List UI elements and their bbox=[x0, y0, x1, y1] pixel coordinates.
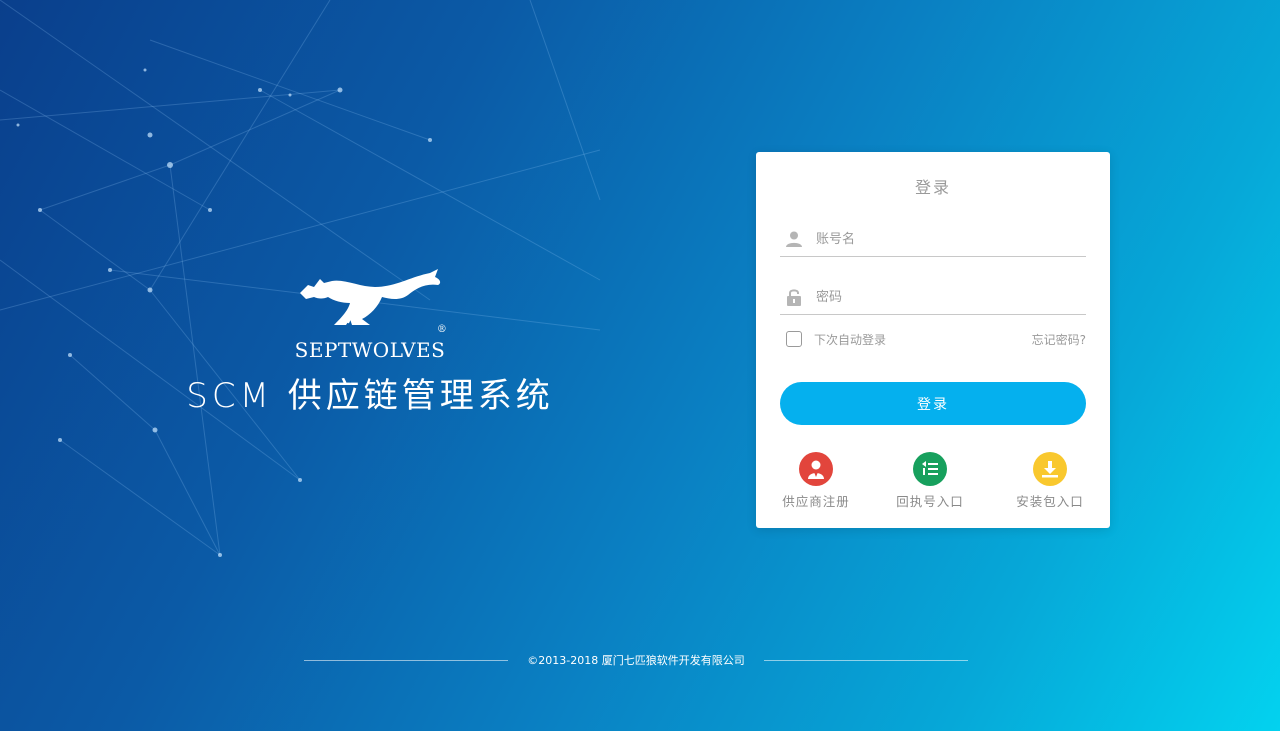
remember-me[interactable]: 下次自动登录 bbox=[786, 331, 886, 348]
receipt-entry[interactable]: 回执号入口 bbox=[880, 452, 980, 510]
footer: ©2013-2018 厦门七匹狼软件开发有限公司 bbox=[0, 650, 1280, 670]
registered-mark: ® bbox=[436, 324, 448, 335]
password-input[interactable] bbox=[814, 288, 1086, 306]
username-input[interactable] bbox=[814, 230, 1086, 248]
footer-divider-left bbox=[304, 660, 508, 661]
copyright-text: ©2013-2018 厦门七匹狼软件开发有限公司 bbox=[527, 654, 745, 667]
user-icon bbox=[784, 229, 804, 249]
remember-label: 下次自动登录 bbox=[814, 332, 887, 347]
installer-entry[interactable]: 安装包入口 bbox=[1000, 452, 1100, 510]
login-title: 登录 bbox=[914, 178, 951, 197]
entry-label: 安装包入口 bbox=[1016, 494, 1084, 509]
brand-block: SEPTWOLVES ® SCM 供应链管理系统 bbox=[150, 265, 590, 417]
system-title: SCM 供应链管理系统 bbox=[186, 376, 554, 416]
login-card: 登录 下次自动登录 忘记密码? 登录 bbox=[756, 152, 1110, 528]
remember-checkbox[interactable] bbox=[786, 331, 802, 347]
supplier-user-icon bbox=[799, 452, 833, 486]
download-icon bbox=[1033, 452, 1067, 486]
lock-icon bbox=[784, 287, 804, 307]
login-button[interactable]: 登录 bbox=[780, 382, 1086, 425]
quick-entries: 供应商注册 回执号入口 安装包入口 bbox=[756, 452, 1110, 512]
brand-name: SEPTWOLVES bbox=[294, 338, 446, 362]
remember-row: 下次自动登录 忘记密码? bbox=[786, 329, 1086, 349]
entry-label: 回执号入口 bbox=[896, 494, 964, 509]
receipt-list-icon bbox=[913, 452, 947, 486]
supplier-register-entry[interactable]: 供应商注册 bbox=[766, 452, 866, 510]
entry-label: 供应商注册 bbox=[782, 494, 850, 509]
wolf-logo-icon bbox=[300, 269, 441, 325]
footer-divider-right bbox=[764, 660, 968, 661]
username-field bbox=[780, 222, 1086, 257]
brand-wordmark: SEPTWOLVES ® bbox=[294, 324, 447, 362]
password-field bbox=[780, 280, 1086, 315]
forgot-password-link[interactable]: 忘记密码? bbox=[1032, 331, 1086, 348]
